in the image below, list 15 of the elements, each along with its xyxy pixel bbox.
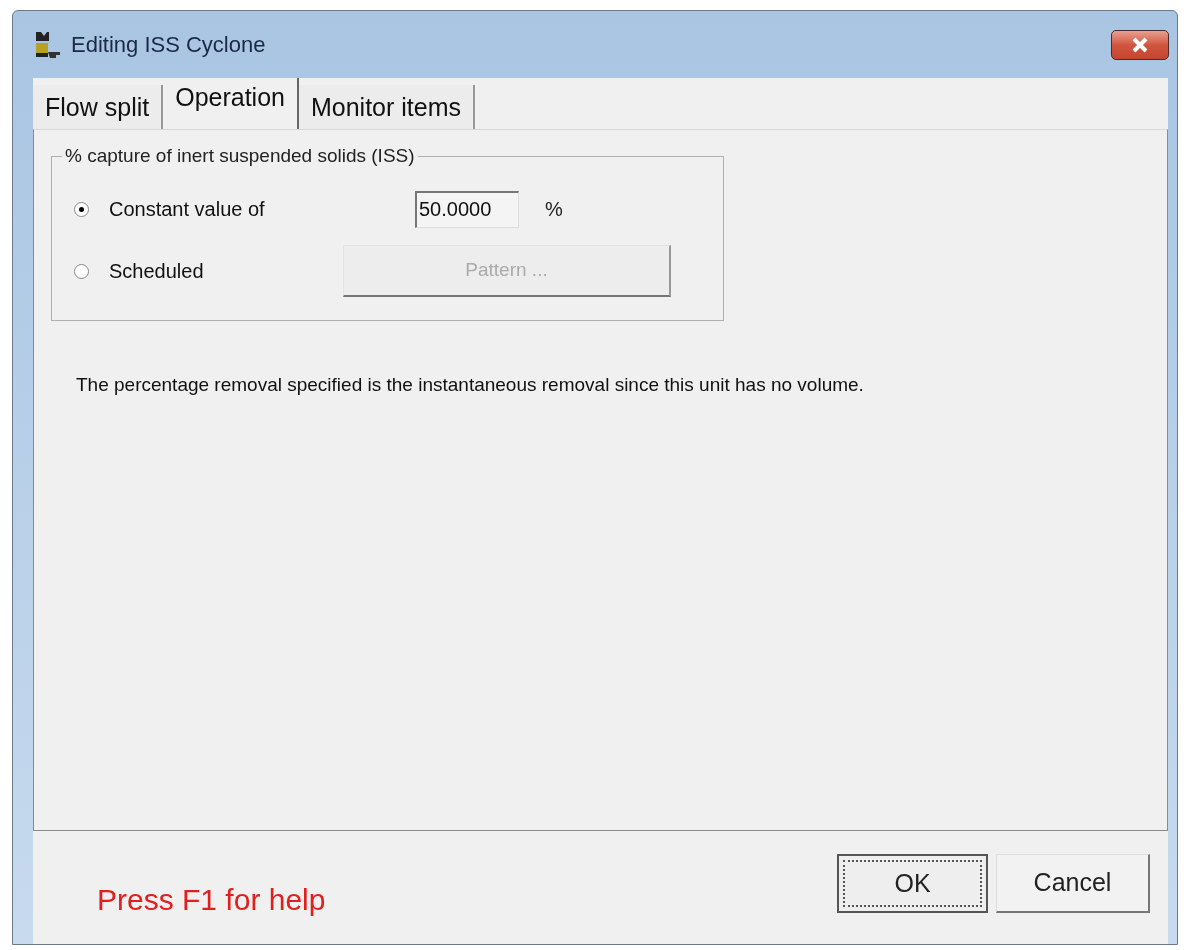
close-button[interactable]: [1111, 29, 1169, 60]
value-field[interactable]: 50.0000: [415, 190, 519, 228]
radio-button[interactable]: [74, 201, 89, 217]
option-label: Scheduled: [109, 259, 205, 284]
help-hint: Press F1 for help: [97, 882, 326, 918]
tab[interactable]: Monitor items: [299, 85, 476, 129]
note-text: The percentage removal specified is the instantaneous removal since this unit has no volume.: [76, 373, 865, 397]
dialog-button[interactable]: OK: [837, 854, 988, 913]
machine-icon: [33, 29, 63, 60]
dialog-button[interactable]: Cancel: [996, 854, 1150, 913]
close-icon: [1131, 36, 1149, 53]
window-title: Editing ISS Cyclone: [71, 31, 266, 59]
tab[interactable]: Flow split: [33, 85, 164, 129]
unit-label: %: [545, 197, 563, 222]
option-label: Constant value of: [109, 197, 266, 222]
